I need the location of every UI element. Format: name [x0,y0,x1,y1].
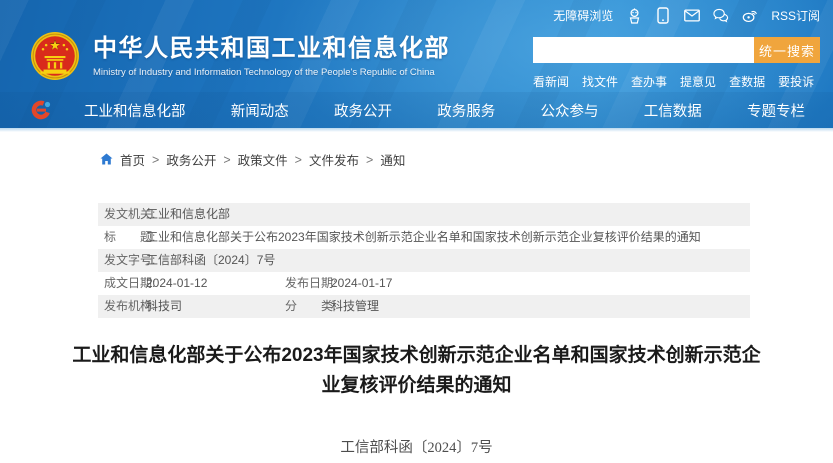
quick-link-suggest[interactable]: 提意见 [680,73,716,90]
brand-titles: 中华人民共和国工业和信息化部 Ministry of Industry and … [93,34,450,78]
nav-item-special-topics[interactable]: 专题专栏 [747,100,805,121]
breadcrumb-gov-disclosure[interactable]: 政务公开 [166,150,216,169]
brand: 中华人民共和国工业和信息化部 Ministry of Industry and … [30,31,450,81]
article-doc-number: 工信部科函〔2024〕7号 [0,436,833,457]
meta-value-doc-number: 工信部科函〔2024〕7号 [146,249,275,272]
breadcrumb-separator: > [366,153,373,167]
document-meta-table: 发文机关: 工业和信息化部 标 题: 工业和信息化部关于公布2023年国家技术创… [98,203,750,318]
utility-bar: 无障碍浏览 RSS订阅 [553,7,820,24]
quick-links: 看新闻 找文件 查办事 提意见 查数据 要投诉 [533,73,820,90]
table-row: 标 题: 工业和信息化部关于公布2023年国家技术创新示范企业名单和国家技术创新… [98,226,750,249]
meta-value-publish-date: 2024-01-17 [331,272,392,295]
breadcrumb-home[interactable]: 首页 [120,150,145,169]
meta-value-title: 工业和信息化部关于公布2023年国家技术创新示范企业名单和国家技术创新示范企业复… [146,226,701,249]
breadcrumb-separator: > [152,153,159,167]
quick-link-news[interactable]: 看新闻 [533,73,569,90]
main-nav: 工业和信息化部 新闻动态 政务公开 政务服务 公众参与 工信数据 专题专栏 [0,92,833,128]
search-area: 统一搜索 看新闻 找文件 查办事 提意见 查数据 要投诉 [533,37,820,90]
table-row: 发文机关: 工业和信息化部 [98,203,750,226]
unified-search-button[interactable]: 统一搜索 [754,37,820,63]
quick-link-data[interactable]: 查数据 [729,73,765,90]
mobile-icon[interactable] [655,8,671,24]
wechat-icon[interactable] [713,8,729,24]
quick-link-files[interactable]: 找文件 [582,73,618,90]
site-title-cn: 中华人民共和国工业和信息化部 [93,34,450,64]
accessibility-link[interactable]: 无障碍浏览 [553,7,613,24]
breadcrumb-policy-files[interactable]: 政策文件 [238,150,288,169]
meta-value-category: 科技管理 [331,295,379,318]
nav-item-participation[interactable]: 公众参与 [541,100,599,121]
rss-link[interactable]: RSS订阅 [771,7,820,24]
meta-label-category: 分 类: [285,295,336,318]
meta-label-publish-date: 发布日期: [285,272,336,295]
nav-item-gov-services[interactable]: 政务服务 [437,100,495,121]
breadcrumb-notice[interactable]: 通知 [380,150,405,169]
quick-link-complaint[interactable]: 要投诉 [778,73,814,90]
site-title-en: Ministry of Industry and Information Tec… [93,67,450,78]
miit-e-logo-icon [30,99,52,121]
breadcrumb-file-release[interactable]: 文件发布 [309,150,359,169]
table-row: 发文字号: 工信部科函〔2024〕7号 [98,249,750,272]
national-emblem-icon [30,31,80,81]
header-bottom-strip [0,128,833,132]
robot-assistant-icon[interactable] [626,8,642,24]
table-row: 成文日期: 2024-01-12 发布日期: 2024-01-17 [98,272,750,295]
quick-link-services[interactable]: 查办事 [631,73,667,90]
meta-value-publisher: 科技司 [146,295,182,318]
meta-value-issuing-agency: 工业和信息化部 [146,203,230,226]
nav-item-gov-disclosure[interactable]: 政务公开 [334,100,392,121]
meta-value-written-date: 2024-01-12 [146,272,207,295]
home-icon[interactable] [100,153,113,165]
table-row: 发布机构: 科技司 分 类: 科技管理 [98,295,750,318]
search-input[interactable] [533,37,754,63]
nav-items: 工业和信息化部 新闻动态 政务公开 政务服务 公众参与 工信数据 专题专栏 [84,100,805,121]
article-title: 工业和信息化部关于公布2023年国家技术创新示范企业名单和国家技术创新示范企业复… [66,341,767,401]
miit-webpage: 无障碍浏览 RSS订阅 [0,0,833,463]
nav-item-miit[interactable]: 工业和信息化部 [84,100,186,121]
weibo-icon[interactable] [742,8,758,24]
breadcrumb: 首页 > 政务公开 > 政策文件 > 文件发布 > 通知 [100,150,405,169]
breadcrumb-separator: > [295,153,302,167]
nav-item-news[interactable]: 新闻动态 [231,100,289,121]
mail-icon[interactable] [684,8,700,24]
breadcrumb-separator: > [223,153,230,167]
nav-item-data[interactable]: 工信数据 [644,100,702,121]
